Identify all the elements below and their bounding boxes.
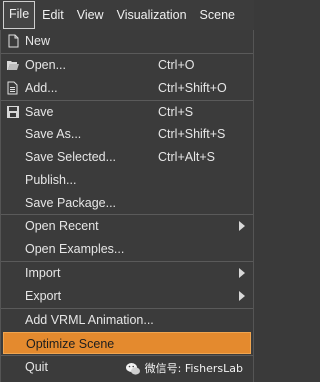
menu-file[interactable]: File: [3, 1, 36, 29]
menu-item-shortcut: Ctrl+S: [158, 105, 194, 119]
menu-scene[interactable]: Scene: [194, 2, 241, 28]
menu-item-label: Save As...: [25, 127, 82, 141]
submenu-arrow-icon: [239, 268, 245, 278]
menu-item-open[interactable]: Open... Ctrl+O: [1, 54, 253, 76]
menu-item-save-package[interactable]: Save Package...: [1, 192, 253, 214]
menu-item-label: New: [25, 34, 51, 48]
menu-item-shortcut: Ctrl+O: [158, 58, 195, 72]
save-disk-icon: [7, 106, 19, 118]
watermark: 微信号: FishersLab: [125, 360, 243, 378]
menu-item-optimize-scene[interactable]: Optimize Scene: [3, 332, 251, 354]
menu-item-label: Open Examples...: [25, 242, 125, 256]
menu-item-export[interactable]: Export: [1, 285, 253, 307]
menu-item-shortcut: Ctrl+Shift+O: [158, 81, 227, 95]
menu-item-new[interactable]: New: [1, 30, 253, 52]
menu-item-label: Open Recent: [25, 219, 99, 233]
menu-item-publish[interactable]: Publish...: [1, 169, 253, 191]
menu-item-label: Quit: [25, 360, 48, 374]
menu-item-shortcut: Ctrl+Shift+S: [158, 127, 226, 141]
menu-item-save-selected[interactable]: Save Selected... Ctrl+Alt+S: [1, 146, 253, 168]
menu-edit[interactable]: Edit: [36, 2, 70, 28]
menu-item-add[interactable]: Add... Ctrl+Shift+O: [1, 77, 253, 99]
menu-item-label: Publish...: [25, 173, 77, 187]
menu-item-import[interactable]: Import: [1, 262, 253, 284]
watermark-text: 微信号: FishersLab: [144, 362, 243, 375]
menu-item-save[interactable]: Save Ctrl+S: [1, 101, 253, 123]
menu-item-label: Save Package...: [25, 196, 117, 210]
open-folder-icon: [7, 61, 19, 70]
file-menu-dropdown: New Open... Ctrl+O Add... Ctrl+Shift+O S…: [0, 30, 254, 382]
menu-item-label: Export: [25, 289, 62, 303]
wechat-icon: [125, 363, 140, 375]
menu-item-label: Open...: [25, 58, 66, 72]
menu-visualization[interactable]: Visualization: [111, 2, 193, 28]
new-file-icon: [8, 34, 19, 48]
menu-item-open-examples[interactable]: Open Examples...: [1, 238, 253, 260]
submenu-arrow-icon: [239, 291, 245, 301]
menu-item-label: Optimize Scene: [26, 337, 115, 351]
menu-item-save-as[interactable]: Save As... Ctrl+Shift+S: [1, 123, 253, 145]
submenu-arrow-icon: [239, 221, 245, 231]
menu-item-label: Add VRML Animation...: [25, 313, 154, 327]
menu-item-label: Add...: [25, 81, 58, 95]
menu-item-open-recent[interactable]: Open Recent: [1, 215, 253, 237]
add-document-icon: [7, 81, 18, 95]
menu-item-shortcut: Ctrl+Alt+S: [158, 150, 215, 164]
menu-bar: File Edit View Visualization Scene: [0, 0, 254, 30]
menu-item-label: Import: [25, 266, 61, 280]
menu-item-label: Save Selected...: [25, 150, 117, 164]
menu-view[interactable]: View: [71, 2, 110, 28]
menu-item-add-vrml-animation[interactable]: Add VRML Animation...: [1, 309, 253, 331]
menu-item-label: Save: [25, 105, 54, 119]
